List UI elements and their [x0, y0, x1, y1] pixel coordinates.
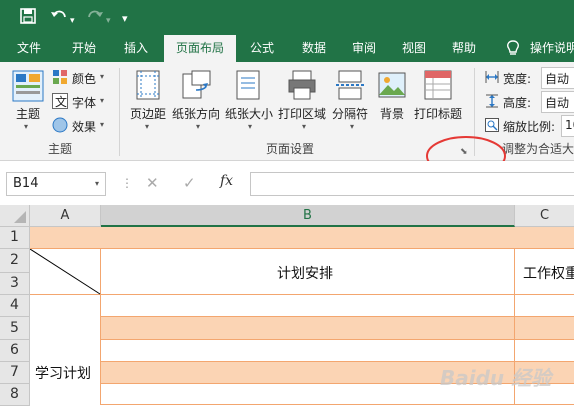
- tab-review[interactable]: 审阅: [342, 35, 386, 62]
- title-bar: ▾ ▾ ▾: [0, 0, 574, 35]
- orientation-icon[interactable]: [182, 70, 212, 103]
- row-header-3[interactable]: 3: [0, 273, 30, 295]
- scale-input-value: 10: [565, 118, 574, 132]
- scale-to-fit-group-label: 调整为合适大: [502, 142, 574, 156]
- tab-insert[interactable]: 插入: [114, 35, 158, 62]
- background-button[interactable]: 背景: [380, 105, 404, 122]
- tab-page-layout[interactable]: 页面布局: [164, 35, 236, 62]
- print-titles-icon[interactable]: [424, 70, 452, 103]
- cell-border: [101, 316, 574, 317]
- redo-dropdown-icon[interactable]: ▾: [106, 12, 111, 30]
- orientation-button[interactable]: 纸张方向: [172, 105, 220, 122]
- cell-border: [30, 248, 574, 249]
- row-1-fill: [30, 227, 574, 248]
- page-size-icon[interactable]: [236, 70, 260, 103]
- save-icon[interactable]: [20, 8, 36, 28]
- effects-icon[interactable]: [52, 117, 68, 136]
- cancel-icon[interactable]: ✕: [146, 174, 159, 192]
- background-icon[interactable]: [378, 70, 406, 103]
- effects-button[interactable]: 效果: [72, 118, 96, 135]
- breaks-icon[interactable]: [336, 70, 364, 103]
- colors-dropdown-icon[interactable]: ▾: [100, 72, 104, 81]
- cell-a7-text: 学习计划: [35, 366, 91, 382]
- themes-group-label: 主题: [47, 142, 72, 156]
- breaks-dropdown-icon[interactable]: ▾: [350, 122, 354, 131]
- scale-label: 缩放比例:: [503, 120, 556, 134]
- fonts-dropdown-icon[interactable]: ▾: [100, 96, 104, 105]
- height-select[interactable]: 自动: [541, 91, 574, 113]
- themes-dropdown-icon[interactable]: ▾: [24, 122, 28, 131]
- tell-me-search[interactable]: 操作说明: [530, 35, 574, 62]
- undo-icon[interactable]: [50, 8, 68, 28]
- diagonal-header-line: [30, 249, 101, 295]
- cell-border: [101, 339, 574, 340]
- print-area-icon[interactable]: [288, 70, 316, 103]
- breaks-button[interactable]: 分隔符: [332, 105, 368, 122]
- row-header-7[interactable]: 7: [0, 362, 30, 384]
- row-header-2[interactable]: 2: [0, 249, 30, 273]
- row-header-6[interactable]: 6: [0, 340, 30, 362]
- margins-icon[interactable]: [136, 70, 160, 103]
- svg-text:文: 文: [55, 94, 67, 109]
- undo-dropdown-icon[interactable]: ▾: [70, 12, 75, 30]
- height-select-value: 自动: [545, 96, 570, 110]
- scale-icon: [485, 118, 499, 135]
- column-header-c[interactable]: C: [515, 205, 574, 227]
- themes-button[interactable]: 主题: [16, 105, 40, 122]
- cell-c2-text: 工作权重: [523, 266, 574, 282]
- tab-help[interactable]: 帮助: [442, 35, 486, 62]
- ribbon-tabs: 文件 开始 插入 页面布局 公式 数据 审阅 视图 帮助 操作说明: [0, 35, 574, 62]
- name-box[interactable]: B14 ▾: [6, 172, 106, 196]
- column-header-a[interactable]: A: [30, 205, 101, 227]
- watermark-logo: Baidu 经验: [440, 366, 552, 390]
- width-select-value: 自动: [545, 72, 570, 86]
- name-box-dropdown-icon[interactable]: ▾: [95, 179, 99, 188]
- print-titles-button[interactable]: 打印标题: [414, 105, 462, 122]
- column-header-b[interactable]: B: [101, 205, 515, 227]
- width-select[interactable]: 自动: [541, 67, 574, 89]
- row-header-8[interactable]: 8: [0, 384, 30, 406]
- scale-input[interactable]: 10: [561, 115, 574, 137]
- colors-icon[interactable]: [52, 69, 68, 88]
- tab-home[interactable]: 开始: [62, 35, 106, 62]
- insert-function-icon[interactable]: fx: [220, 173, 233, 189]
- print-area-button[interactable]: 打印区域: [278, 105, 326, 122]
- page-size-button[interactable]: 纸张大小: [225, 105, 273, 122]
- fonts-button[interactable]: 字体: [72, 94, 96, 111]
- margins-button[interactable]: 页边距: [130, 105, 166, 122]
- customize-toolbar-icon[interactable]: ▾: [122, 10, 128, 28]
- effects-dropdown-icon[interactable]: ▾: [100, 120, 104, 129]
- row-5-fill: [101, 317, 574, 339]
- select-all-corner[interactable]: [0, 205, 30, 227]
- print-area-dropdown-icon[interactable]: ▾: [302, 122, 306, 131]
- lightbulb-icon[interactable]: [506, 40, 520, 60]
- height-icon: [485, 94, 499, 111]
- width-label: 宽度:: [503, 72, 532, 86]
- tab-formulas[interactable]: 公式: [240, 35, 284, 62]
- cell-border: [30, 294, 574, 295]
- page-size-dropdown-icon[interactable]: ▾: [248, 122, 252, 131]
- formula-bar-grip-icon: ⋮: [121, 176, 133, 190]
- tab-file[interactable]: 文件: [8, 35, 50, 62]
- name-box-value: B14: [13, 176, 39, 191]
- themes-icon[interactable]: [12, 70, 44, 105]
- redo-icon[interactable]: [86, 8, 104, 28]
- formula-input[interactable]: [250, 172, 574, 196]
- colors-button[interactable]: 颜色: [72, 70, 96, 87]
- row-header-5[interactable]: 5: [0, 317, 30, 340]
- enter-icon[interactable]: ✓: [183, 174, 196, 192]
- height-label: 高度:: [503, 96, 532, 110]
- page-setup-group-label: 页面设置: [265, 142, 314, 156]
- width-icon: [485, 70, 499, 87]
- orientation-dropdown-icon[interactable]: ▾: [196, 122, 200, 131]
- margins-dropdown-icon[interactable]: ▾: [145, 122, 149, 131]
- cell-b2-text: 计划安排: [277, 266, 333, 282]
- tab-data[interactable]: 数据: [292, 35, 336, 62]
- select-all-icon: [14, 211, 26, 223]
- fonts-icon[interactable]: 文: [52, 93, 68, 112]
- tab-view[interactable]: 视图: [392, 35, 436, 62]
- row-header-1[interactable]: 1: [0, 227, 30, 249]
- row-header-4[interactable]: 4: [0, 295, 30, 317]
- ribbon-separator: [119, 68, 120, 156]
